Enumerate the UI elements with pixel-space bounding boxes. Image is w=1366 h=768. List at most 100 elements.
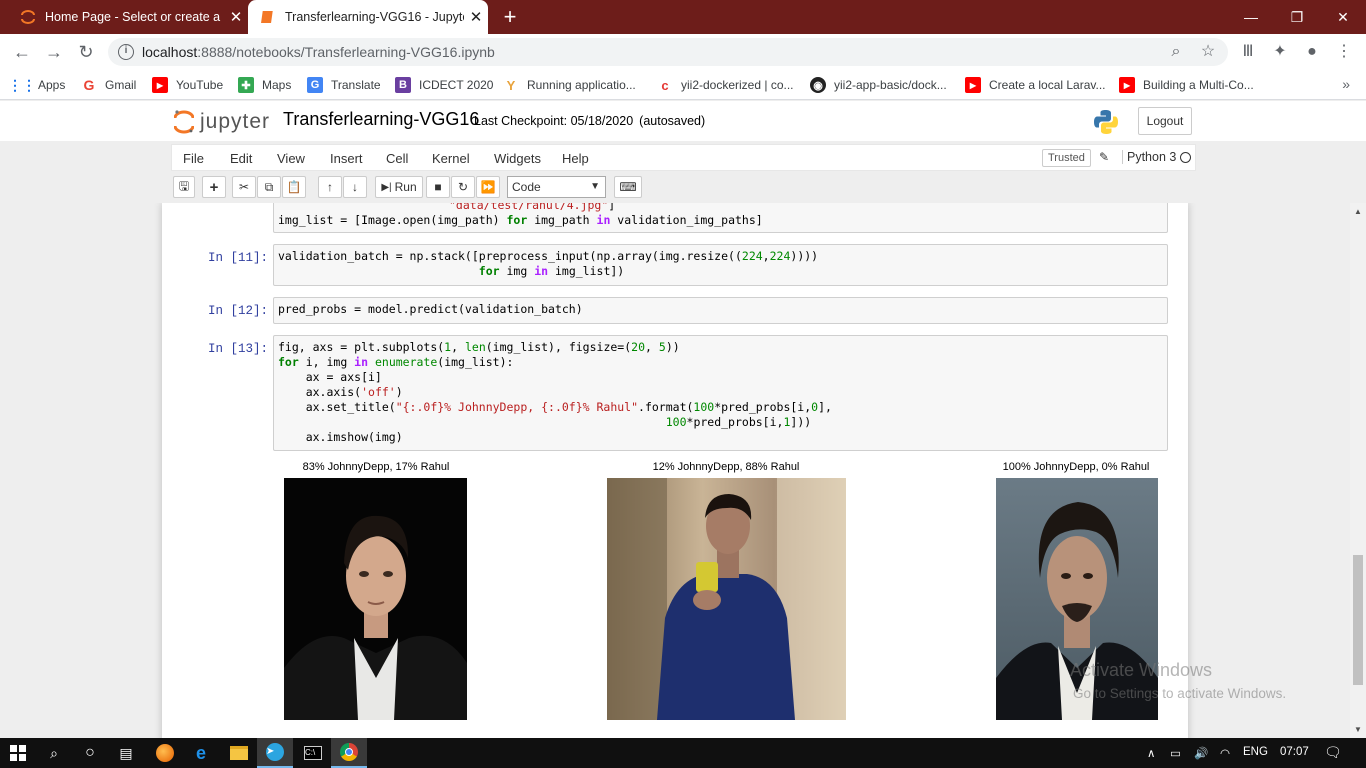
fast-forward-icon[interactable]: ⏩ bbox=[476, 176, 500, 198]
zoom-search-icon[interactable]: ⌕ bbox=[1166, 42, 1186, 62]
menu-cell[interactable]: Cell bbox=[386, 151, 408, 166]
terminal-icon[interactable]: C:\ bbox=[295, 738, 331, 768]
menu-file[interactable]: File bbox=[183, 151, 204, 166]
checkpoint-status: Last Checkpoint: 05/18/2020 (autosaved) bbox=[474, 114, 706, 128]
menu-help[interactable]: Help bbox=[562, 151, 589, 166]
profile-avatar-icon[interactable]: ● bbox=[1302, 42, 1322, 62]
back-icon[interactable]: ← bbox=[10, 40, 34, 64]
edit-pencil-icon[interactable]: ✎ bbox=[1099, 150, 1109, 164]
new-tab-button[interactable]: + bbox=[498, 4, 522, 30]
menu-widgets[interactable]: Widgets bbox=[494, 151, 541, 166]
jupyter-logo-icon bbox=[173, 109, 195, 135]
chevron-down-icon: ▼ bbox=[590, 181, 600, 192]
youtube-icon: ▶ bbox=[152, 77, 168, 93]
notebook-toolbar: 🖫 + ✂ ⧉ 📋 ↑ ↓ ▶| Run ■ ↻ ⏩ Code ▼ ⌨ bbox=[171, 174, 1196, 202]
info-icon[interactable]: i bbox=[118, 44, 134, 60]
notebook-name[interactable]: Transferlearning-VGG16 bbox=[283, 109, 479, 130]
menu-kernel[interactable]: Kernel bbox=[432, 151, 470, 166]
b-icon: B bbox=[395, 77, 411, 93]
bookmark-gmail[interactable]: G Gmail bbox=[81, 76, 137, 94]
firefox-icon[interactable] bbox=[147, 738, 183, 768]
move-up-icon[interactable]: ↑ bbox=[318, 176, 342, 198]
tab-title: Transferlearning-VGG16 - Jupyte bbox=[285, 10, 464, 24]
copy-icon[interactable]: ⧉ bbox=[257, 176, 281, 198]
notebook-scroll-area[interactable]: "data/test/rahul/4.jpg"] img_list = [Ima… bbox=[0, 203, 1350, 738]
scroll-up-icon[interactable]: ▲ bbox=[1354, 207, 1362, 216]
tab-transferlearning[interactable]: Transferlearning-VGG16 - Jupyte ✕ bbox=[248, 0, 488, 34]
reload-icon[interactable]: ↻ bbox=[74, 40, 98, 64]
more-menu-icon[interactable]: ⋮ bbox=[1334, 42, 1354, 62]
maximize-icon[interactable]: ❐ bbox=[1274, 0, 1320, 34]
insert-cell-icon[interactable]: + bbox=[202, 176, 226, 198]
bookmark-star-icon[interactable]: ☆ bbox=[1198, 42, 1218, 62]
bookmark-yii2-app-basic[interactable]: ◉ yii2-app-basic/dock... bbox=[810, 76, 947, 94]
cell-type-select[interactable]: Code ▼ bbox=[507, 176, 606, 198]
code-cell-13[interactable]: fig, axs = plt.subplots(1, len(img_list)… bbox=[273, 335, 1168, 451]
search-icon[interactable]: ⌕ bbox=[36, 738, 72, 768]
translate-icon: G bbox=[307, 77, 323, 93]
file-explorer-icon[interactable] bbox=[221, 738, 257, 768]
minimize-icon[interactable]: — bbox=[1228, 0, 1274, 34]
page-scrollbar[interactable]: ▲ ▼ bbox=[1350, 203, 1366, 738]
bookmark-maps[interactable]: ✚ Maps bbox=[238, 76, 291, 94]
edge-icon[interactable]: e bbox=[183, 738, 219, 768]
bookmark-youtube[interactable]: ▶ YouTube bbox=[152, 76, 223, 94]
cut-icon[interactable]: ✂ bbox=[232, 176, 256, 198]
battery-icon[interactable]: ▭ bbox=[1170, 746, 1181, 760]
jupyter-logo[interactable]: jupyter bbox=[173, 107, 270, 137]
bookmark-icdect[interactable]: B ICDECT 2020 bbox=[395, 76, 493, 94]
code-cell-11[interactable]: validation_batch = np.stack([preprocess_… bbox=[273, 244, 1168, 286]
save-icon[interactable]: 🖫 bbox=[173, 176, 195, 198]
translate-ext-icon[interactable]: Ⅲ bbox=[1238, 42, 1258, 62]
tray-chevron-icon[interactable]: ∧ bbox=[1147, 746, 1155, 760]
close-window-icon[interactable]: ✕ bbox=[1320, 0, 1366, 34]
bookmark-running-app[interactable]: Y Running applicatio... bbox=[503, 76, 636, 94]
wifi-icon[interactable]: ◠ bbox=[1220, 746, 1230, 760]
bookmarks-overflow-icon[interactable]: » bbox=[1342, 76, 1350, 92]
scroll-down-icon[interactable]: ▼ bbox=[1354, 725, 1362, 734]
code-cell-partial[interactable]: "data/test/rahul/4.jpg"] img_list = [Ima… bbox=[273, 203, 1168, 233]
paste-icon[interactable]: 📋 bbox=[282, 176, 306, 198]
scrollbar-thumb[interactable] bbox=[1353, 555, 1363, 685]
code-text: pred_probs = model.predict(validation_ba… bbox=[278, 302, 583, 316]
cortana-icon[interactable]: ○ bbox=[72, 738, 108, 768]
run-button[interactable]: ▶| Run bbox=[375, 176, 423, 198]
bookmark-translate[interactable]: G Translate bbox=[307, 76, 381, 94]
bookmark-yii2-dockerized[interactable]: c yii2-dockerized | co... bbox=[657, 76, 793, 94]
close-tab-icon[interactable]: ✕ bbox=[224, 8, 248, 26]
task-view-icon[interactable]: ▤ bbox=[108, 738, 144, 768]
language-indicator[interactable]: ENG bbox=[1243, 746, 1268, 758]
apps-grid-icon: ⋮⋮ bbox=[8, 76, 36, 93]
notifications-icon[interactable]: 🗨 bbox=[1324, 744, 1342, 761]
google-icon: G bbox=[83, 77, 95, 93]
tab-home-page[interactable]: Home Page - Select or create a n ✕ bbox=[8, 0, 248, 34]
menu-view[interactable]: View bbox=[277, 151, 305, 166]
close-tab-icon[interactable]: ✕ bbox=[464, 8, 488, 26]
logout-button[interactable]: Logout bbox=[1138, 107, 1192, 135]
address-bar[interactable]: i localhost:8888/notebooks/Transferlearn… bbox=[108, 38, 1228, 66]
fork-icon: Y bbox=[506, 77, 516, 93]
tab-title: Home Page - Select or create a n bbox=[45, 10, 224, 24]
move-down-icon[interactable]: ↓ bbox=[343, 176, 367, 198]
windows-start-icon[interactable] bbox=[0, 738, 36, 768]
volume-icon[interactable]: 🔊 bbox=[1194, 746, 1208, 760]
restart-icon[interactable]: ↻ bbox=[451, 176, 475, 198]
chrome-icon[interactable] bbox=[331, 738, 367, 768]
interrupt-icon[interactable]: ■ bbox=[426, 176, 450, 198]
extensions-icon[interactable]: ✦ bbox=[1270, 42, 1290, 62]
code-cell-12[interactable]: pred_probs = model.predict(validation_ba… bbox=[273, 297, 1168, 324]
keyboard-icon[interactable]: ⌨ bbox=[614, 176, 642, 198]
activate-windows-title: Activate Windows bbox=[1070, 660, 1213, 680]
telegram-icon[interactable]: ➤ bbox=[257, 738, 293, 768]
bookmark-laravel[interactable]: ▶ Create a local Larav... bbox=[965, 76, 1106, 94]
menu-edit[interactable]: Edit bbox=[230, 151, 252, 166]
cell-prompt: In [13]: bbox=[207, 342, 268, 356]
forward-icon[interactable]: → bbox=[42, 40, 66, 64]
maps-icon: ✚ bbox=[238, 77, 254, 93]
output-title: 100% JohnnyDepp, 0% Rahul bbox=[1002, 461, 1150, 473]
clock[interactable]: 07:07 bbox=[1280, 746, 1309, 758]
bookmark-multi-container[interactable]: ▶ Building a Multi-Co... bbox=[1119, 76, 1254, 94]
menu-insert[interactable]: Insert bbox=[330, 151, 363, 166]
bookmark-apps[interactable]: ⋮⋮ Apps bbox=[8, 76, 65, 94]
trusted-indicator[interactable]: Trusted bbox=[1042, 149, 1091, 167]
